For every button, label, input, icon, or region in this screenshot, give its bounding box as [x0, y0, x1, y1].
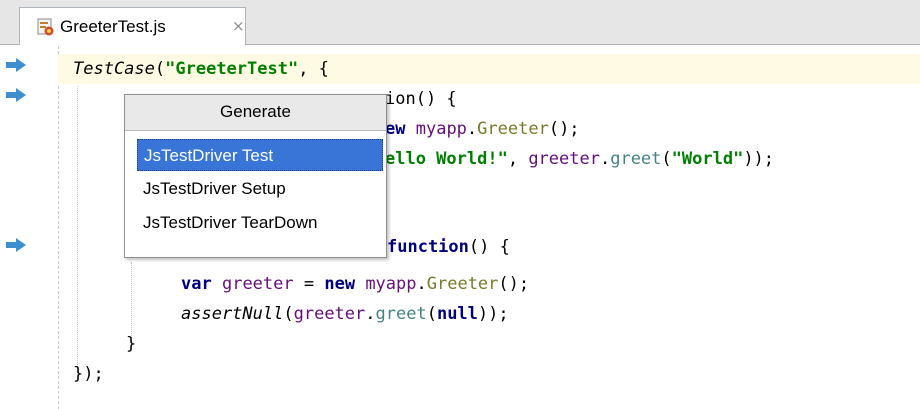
run-test-arrow-icon[interactable]	[4, 236, 28, 254]
code-line-10: });	[73, 364, 104, 384]
code-line-8: assertNull(greeter.greet(null));	[181, 304, 509, 324]
run-test-arrow-icon[interactable]	[4, 56, 28, 74]
close-icon[interactable]: ×	[232, 17, 245, 35]
generate-popup: Generate JsTestDriver Test JsTestDriver …	[124, 94, 387, 258]
code-line-6: function() {	[387, 237, 510, 257]
tab-greetertest-js[interactable]: GreeterTest.js ×	[19, 7, 246, 45]
menu-item-jstestdriver-setup[interactable]: JsTestDriver Setup	[137, 173, 383, 205]
popup-title: Generate	[125, 95, 386, 131]
code-line-7: var greeter = new myapp.Greeter();	[181, 274, 530, 294]
menu-item-jstestdriver-teardown[interactable]: JsTestDriver TearDown	[137, 207, 383, 239]
menu-item-jstestdriver-test[interactable]: JsTestDriver Test	[137, 139, 383, 171]
code-line-3: ew myapp.Greeter();	[385, 119, 580, 139]
editor-gutter	[0, 46, 57, 409]
run-test-arrow-icon[interactable]	[4, 86, 28, 104]
editor-tab-bar: GreeterTest.js ×	[0, 0, 920, 45]
js-test-file-icon	[37, 18, 54, 36]
code-line-9: }	[126, 334, 137, 354]
code-line-2: ion() {	[385, 89, 457, 109]
tab-label: GreeterTest.js	[60, 17, 166, 36]
code-line-4: ello World!", greeter.greet("World"));	[385, 149, 775, 169]
code-line-1: TestCase("GreeterTest", {	[73, 59, 329, 79]
indent-guide	[77, 86, 78, 381]
